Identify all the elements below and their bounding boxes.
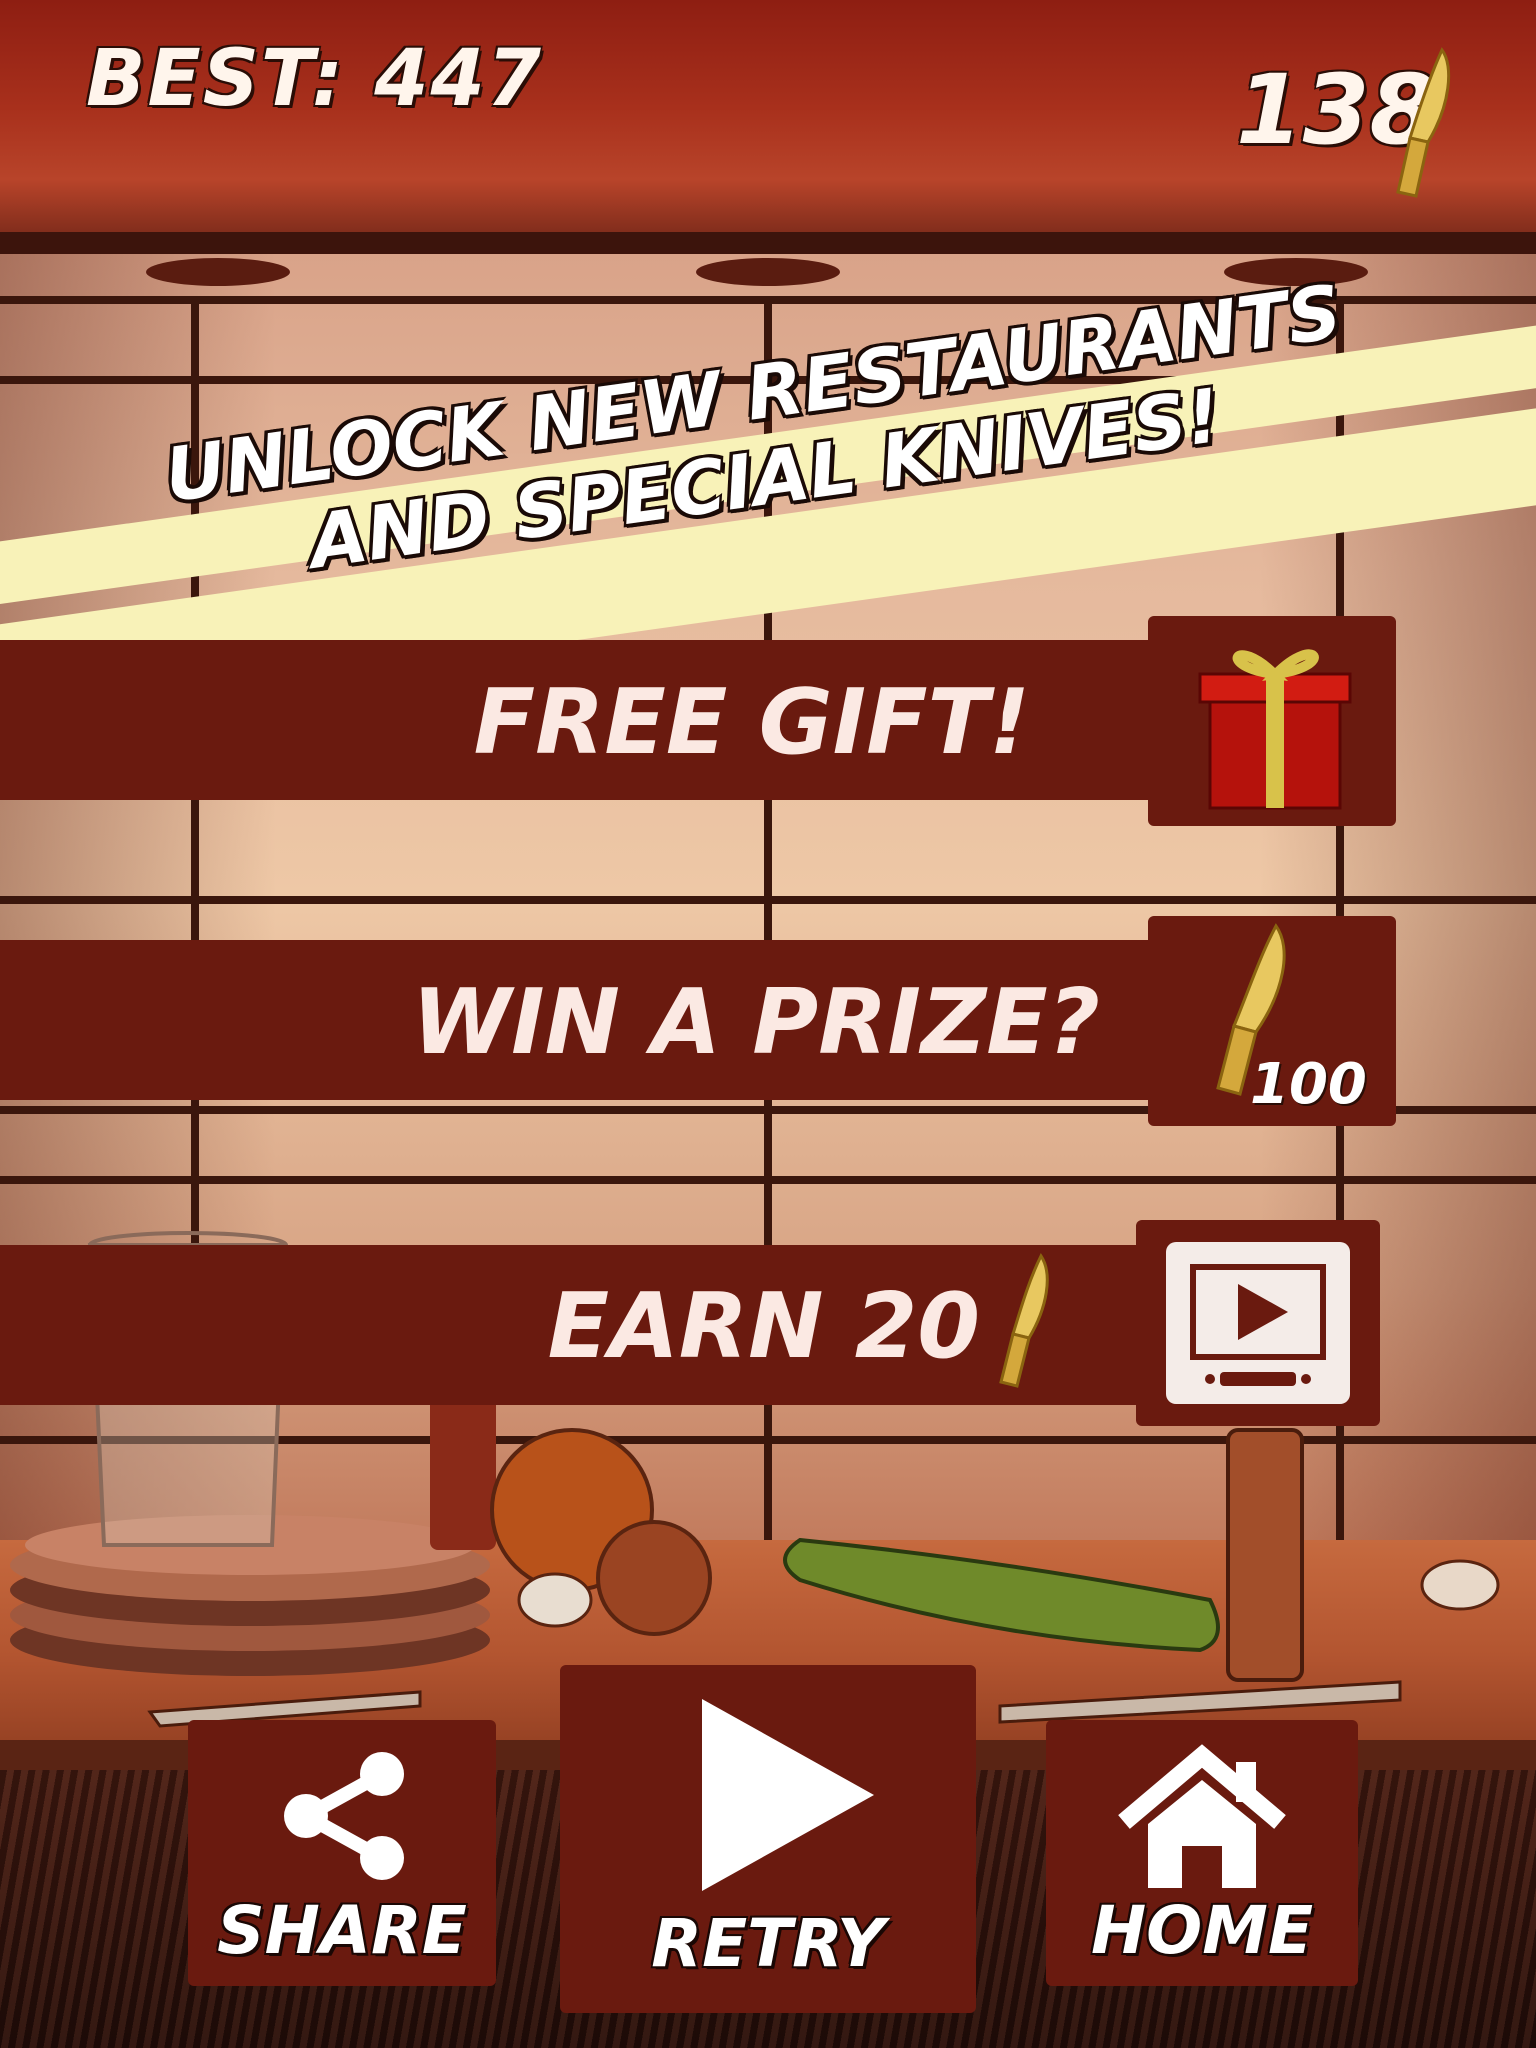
bottle [430,1390,496,1550]
gift-box-icon[interactable] [1186,626,1362,816]
earn-label[interactable]: EARN 20 [380,1274,980,1379]
best-score: BEST: 447 [86,34,544,124]
home-button[interactable]: HOME [1046,1720,1358,1986]
rolling-pin [1226,1428,1304,1682]
retry-label[interactable]: RETRY [560,1905,976,1982]
share-label[interactable]: SHARE [188,1892,496,1969]
home-icon [1118,1744,1286,1888]
win-prize-label[interactable]: WIN A PRIZE? [200,970,1100,1075]
golden-knife-icon [999,1253,1049,1388]
video-ad-icon[interactable] [1162,1238,1354,1408]
onions [490,1428,712,1636]
retry-button[interactable]: RETRY [560,1665,976,2013]
home-label[interactable]: HOME [1046,1892,1358,1969]
prize-cost: 100 [1250,1052,1367,1117]
play-icon [702,1699,874,1891]
counter-knife-2 [998,1680,1402,1724]
cucumber [783,1537,1220,1653]
egg [1420,1559,1500,1611]
share-button[interactable]: SHARE [188,1720,496,1986]
golden-knife-icon [1396,47,1451,198]
share-icon [284,1752,404,1880]
free-gift-label[interactable]: FREE GIFT! [300,670,1030,775]
